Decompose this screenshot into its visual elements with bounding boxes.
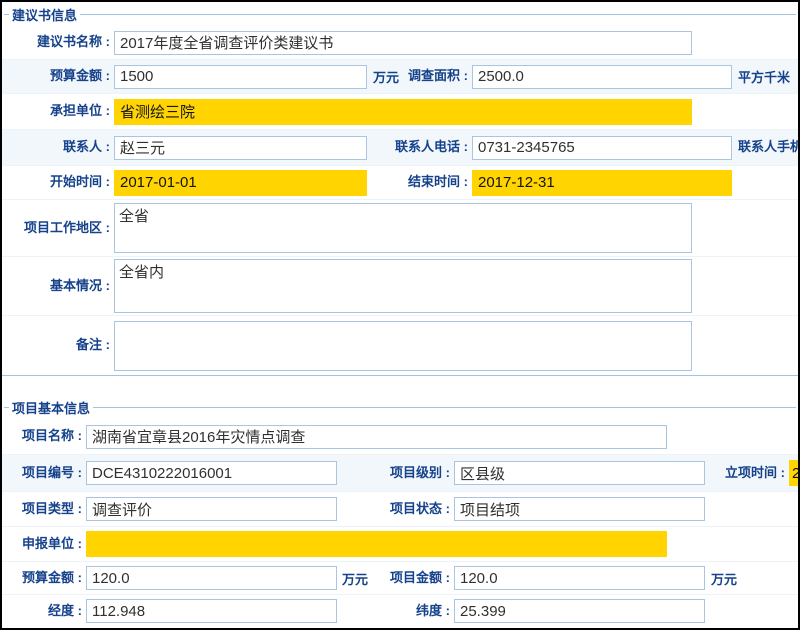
date-row: 开始时间 : 结束时间 :: [2, 166, 798, 200]
project-type-label: 项目类型 :: [2, 502, 86, 517]
work-region-row: 项目工作地区 : 全省: [2, 200, 798, 257]
project-budget-input[interactable]: [86, 566, 337, 590]
contact-mobile-label: 联系人手机: [738, 140, 800, 155]
end-date-label: 结束时间 :: [408, 175, 472, 190]
proposal-info-legend: 建议书信息: [9, 5, 80, 24]
project-type-input[interactable]: [86, 497, 337, 521]
basic-situation-textarea[interactable]: 全省内: [114, 259, 692, 313]
end-date-input[interactable]: [472, 170, 732, 196]
proposal-budget-row: 预算金额 : 万元 调查面积 : 平方千米: [2, 60, 798, 94]
undertaking-unit-input[interactable]: [114, 99, 692, 125]
proposal-budget-input[interactable]: [114, 65, 367, 89]
project-type-row: 项目类型 : 项目状态 :: [2, 492, 798, 527]
proposal-name-row: 建议书名称 :: [2, 26, 798, 60]
budget-unit-label: 万元: [367, 67, 399, 86]
legend-line-right: [93, 407, 796, 408]
longitude-input[interactable]: [86, 599, 337, 623]
coordinates-row: 经度 : 纬度 :: [2, 595, 798, 627]
basic-situation-row: 基本情况 : 全省内: [2, 257, 798, 316]
project-amount-unit-label: 万元: [711, 569, 737, 588]
approval-time-label: 立项时间 :: [711, 466, 789, 481]
project-name-input[interactable]: [86, 425, 667, 449]
undertaking-unit-label: 承担单位 :: [2, 104, 114, 119]
declare-unit-label: 申报单位 :: [2, 537, 86, 552]
project-status-label: 项目状态 :: [390, 502, 454, 517]
survey-area-input[interactable]: [472, 65, 732, 89]
undertaking-unit-row: 承担单位 :: [2, 94, 798, 130]
proposal-name-input[interactable]: [114, 31, 692, 55]
project-budget-label: 预算金额 :: [2, 571, 86, 586]
contact-phone-input[interactable]: [472, 136, 732, 160]
section-divider: [2, 376, 798, 395]
project-budget-unit-label: 万元: [337, 569, 368, 588]
project-status-input[interactable]: [454, 497, 705, 521]
remark-textarea[interactable]: [114, 321, 692, 371]
project-info-legend-row: 项目基本信息: [2, 395, 798, 419]
longitude-label: 经度 :: [2, 604, 86, 619]
start-date-input[interactable]: [114, 170, 367, 196]
work-region-textarea[interactable]: 全省: [114, 203, 692, 253]
contact-row: 联系人 : 联系人电话 : 联系人手机: [2, 130, 798, 166]
project-number-input[interactable]: [86, 461, 337, 485]
project-amount-input[interactable]: [454, 566, 705, 590]
basic-situation-label: 基本情况 :: [2, 279, 114, 294]
project-level-label: 项目级别 :: [390, 466, 454, 481]
project-info-legend: 项目基本信息: [9, 398, 93, 417]
contact-person-input[interactable]: [114, 136, 367, 160]
approval-time-input[interactable]: [789, 460, 800, 486]
contact-phone-label: 联系人电话 :: [395, 140, 472, 155]
work-region-label: 项目工作地区 :: [2, 221, 114, 236]
project-budget-row: 预算金额 : 万元 项目金额 : 万元: [2, 562, 798, 595]
project-number-row: 项目编号 : 项目级别 : 立项时间 :: [2, 455, 798, 492]
declare-unit-input[interactable]: [86, 531, 667, 557]
declare-unit-row: 申报单位 :: [2, 527, 798, 562]
proposal-name-label: 建议书名称 :: [2, 35, 114, 50]
latitude-input[interactable]: [454, 599, 705, 623]
project-form-page: 建议书信息 建议书名称 : 预算金额 : 万元 调查面积 : 平方千米 承担单位…: [0, 0, 800, 630]
project-level-input[interactable]: [454, 461, 705, 485]
survey-area-unit-label: 平方千米: [738, 67, 790, 86]
survey-area-label: 调查面积 :: [408, 69, 472, 84]
remark-row: 备注 :: [2, 316, 798, 375]
project-name-label: 项目名称 :: [2, 429, 86, 444]
project-amount-label: 项目金额 :: [390, 571, 454, 586]
latitude-label: 纬度 :: [416, 604, 454, 619]
project-number-label: 项目编号 :: [2, 466, 86, 481]
project-name-row: 项目名称 :: [2, 419, 798, 455]
proposal-info-legend-row: 建议书信息: [2, 2, 798, 26]
proposal-budget-label: 预算金额 :: [2, 69, 114, 84]
remark-label: 备注 :: [2, 338, 114, 353]
contact-person-label: 联系人 :: [2, 140, 114, 155]
legend-line-right: [80, 14, 796, 15]
proposal-info-section: 建议书信息 建议书名称 : 预算金额 : 万元 调查面积 : 平方千米 承担单位…: [2, 2, 798, 376]
start-date-label: 开始时间 :: [2, 175, 114, 190]
project-info-section: 项目基本信息 项目名称 : 项目编号 : 项目级别 : 立项时间 : 项目类型 …: [2, 395, 798, 627]
